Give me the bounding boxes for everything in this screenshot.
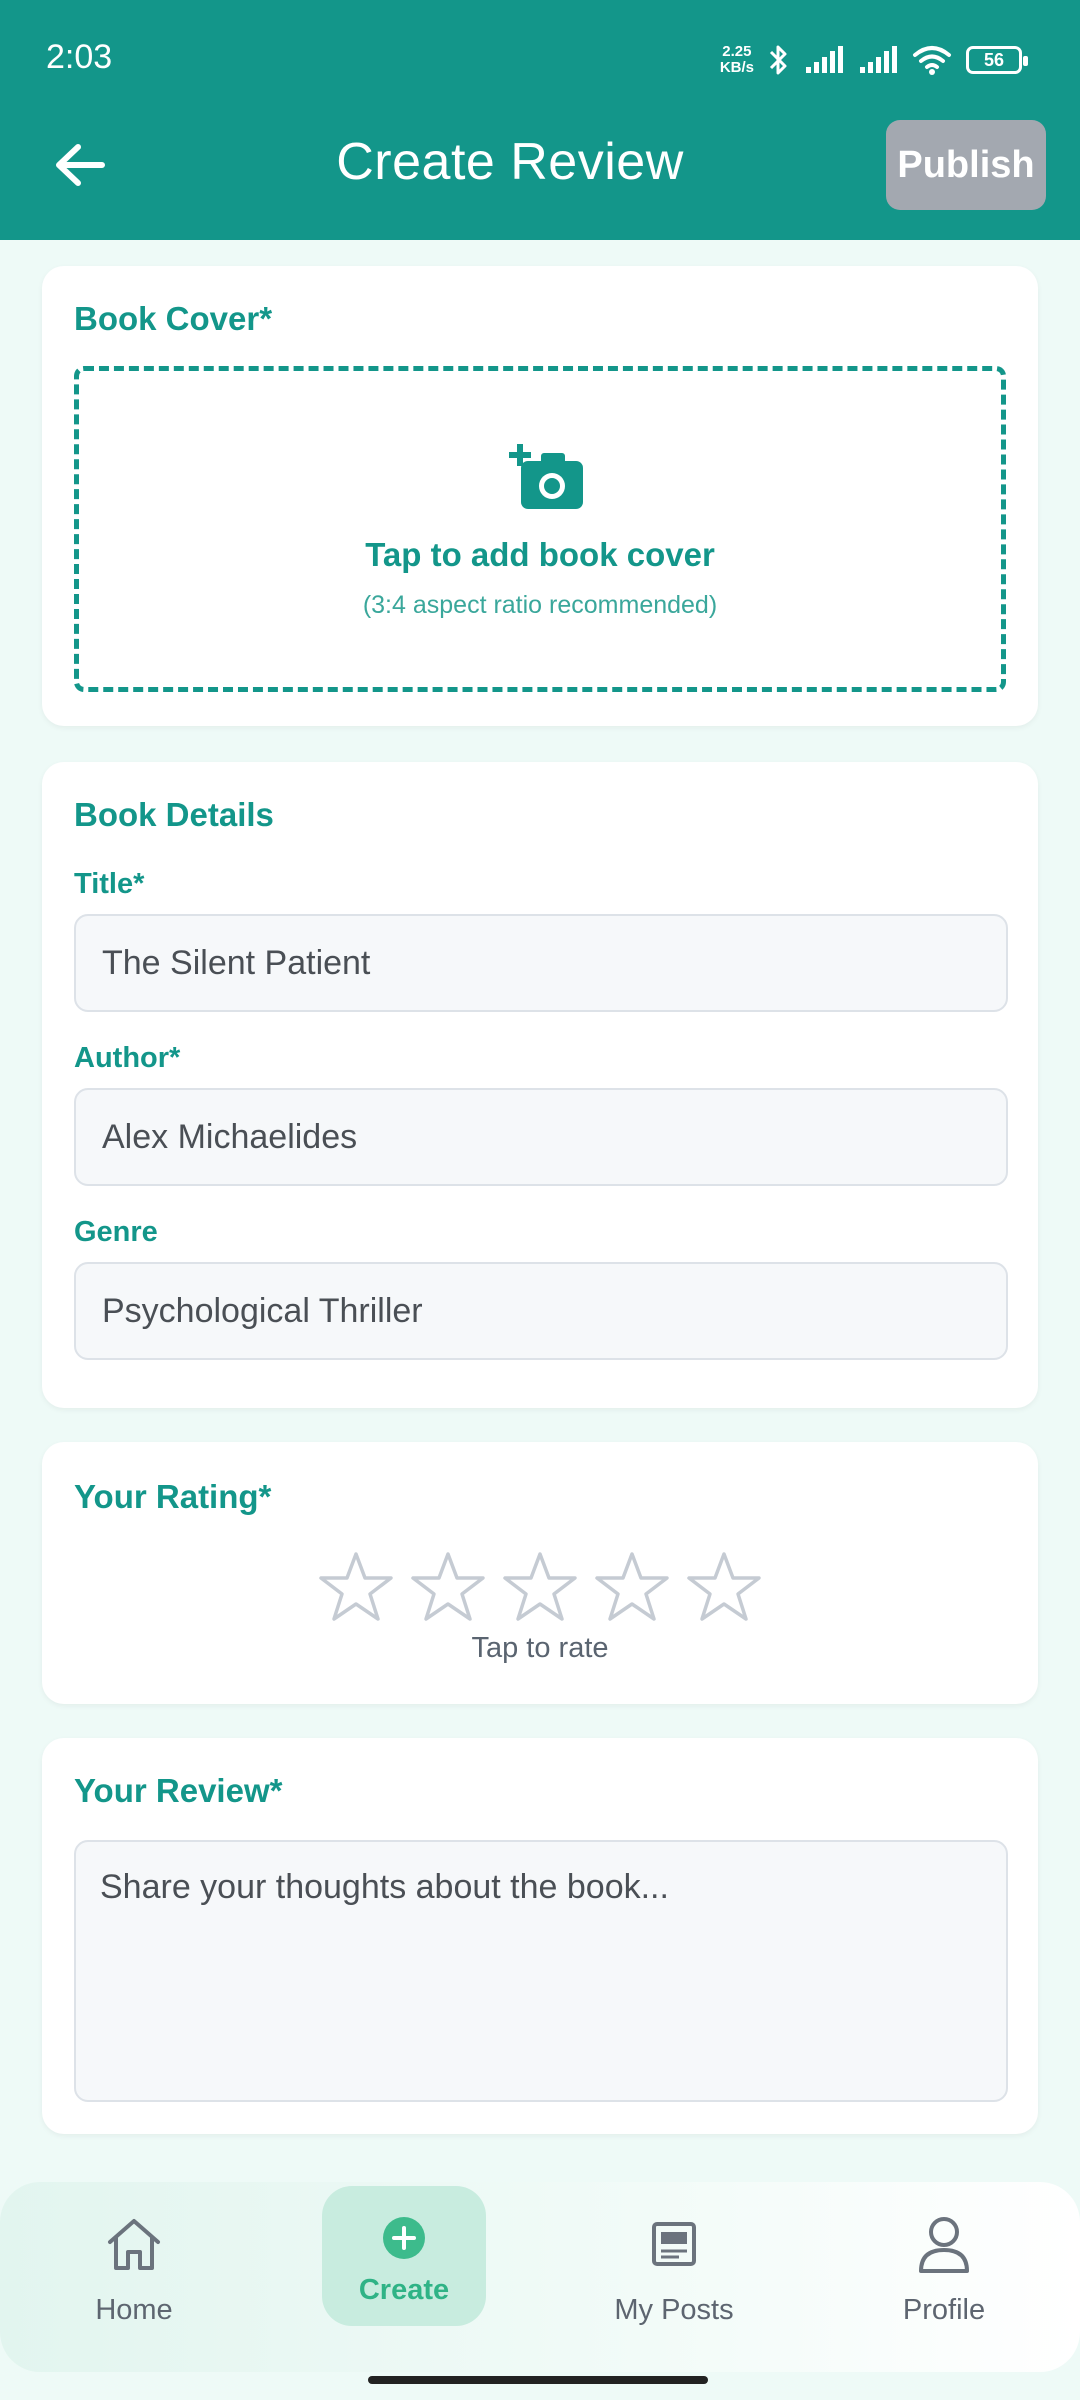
nav-label-create: Create [358, 2274, 450, 2306]
user-icon [912, 2212, 976, 2276]
star-icon-4[interactable] [591, 1546, 673, 1628]
signal-icon-2 [860, 46, 897, 73]
app-bar: 2:03 2.25 KB/s 56 Create Review Publish [0, 0, 1080, 240]
home-icon [102, 2212, 166, 2276]
review-title: Your Review* [74, 1772, 283, 1809]
plus-circle-icon [372, 2206, 436, 2270]
rating-card: Your Rating* Tap to rate [42, 1442, 1038, 1704]
nav-item-my-posts[interactable]: My Posts [574, 2182, 774, 2372]
nav-item-create[interactable]: Create [322, 2186, 486, 2326]
author-field[interactable]: Alex Michaelides [74, 1088, 1008, 1186]
add-photo-icon [509, 444, 583, 509]
page-title: Create Review [336, 133, 684, 191]
battery-icon: 56 [966, 46, 1028, 74]
book-details-title: Book Details [74, 796, 274, 833]
publish-button[interactable]: Publish [886, 120, 1046, 210]
star-icon-2[interactable] [407, 1546, 489, 1628]
status-icons: 2.25 KB/s 56 [720, 40, 1028, 80]
upload-cover-text: Tap to add book cover [365, 536, 715, 573]
nav-item-home[interactable]: Home [34, 2182, 234, 2372]
book-cover-card: Book Cover* Tap to add book cover (3:4 a… [42, 266, 1038, 726]
rating-hint: Tap to rate [471, 1632, 609, 1664]
network-speed: 2.25 KB/s [720, 44, 754, 76]
genre-label: Genre [74, 1216, 158, 1248]
nav-label-profile: Profile [902, 2294, 986, 2326]
nav-item-profile[interactable]: Profile [844, 2182, 1044, 2372]
network-speed-value: 2.25 [722, 43, 752, 60]
upload-cover-hint: (3:4 aspect ratio recommended) [362, 591, 718, 619]
author-label: Author* [74, 1042, 181, 1074]
book-details-card: Book Details Title* The Silent Patient A… [42, 762, 1038, 1408]
star-icon-5[interactable] [683, 1546, 765, 1628]
bottom-navigation: Home Create My Posts Profile [0, 2182, 1080, 2372]
title-label: Title* [74, 868, 145, 900]
home-indicator[interactable] [368, 2376, 708, 2384]
nav-label-my-posts: My Posts [614, 2294, 734, 2326]
signal-icon [806, 46, 843, 73]
nav-label-home: Home [95, 2294, 173, 2326]
status-time: 2:03 [46, 38, 113, 76]
genre-field[interactable]: Psychological Thriller [74, 1262, 1008, 1360]
rating-title: Your Rating* [74, 1478, 272, 1515]
title-field[interactable]: The Silent Patient [74, 914, 1008, 1012]
review-card: Your Review* Share your thoughts about t… [42, 1738, 1038, 2134]
star-icon-3[interactable] [499, 1546, 581, 1628]
review-textarea[interactable]: Share your thoughts about the book... [74, 1840, 1008, 2102]
network-speed-unit: KB/s [719, 59, 754, 76]
posts-icon [642, 2212, 706, 2276]
book-cover-title: Book Cover* [74, 300, 273, 337]
bluetooth-icon [769, 45, 787, 75]
cover-upload-area[interactable]: Tap to add book cover (3:4 aspect ratio … [74, 366, 1006, 692]
wifi-icon [913, 46, 951, 75]
star-icon-1[interactable] [315, 1546, 397, 1628]
star-rating [42, 1546, 1038, 1628]
